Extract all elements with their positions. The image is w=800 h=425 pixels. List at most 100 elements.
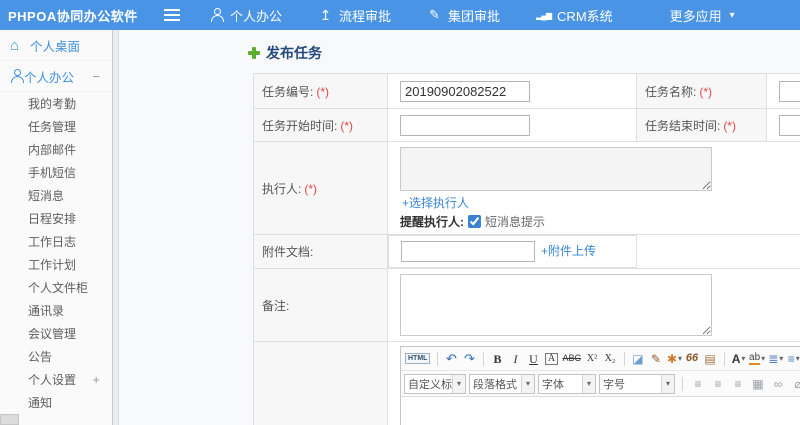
task-no-label: 任务编号:: [262, 84, 314, 99]
caret-down-icon: ▾: [761, 354, 766, 363]
align-center-button[interactable]: ≡: [710, 374, 727, 393]
topmenu-label: CRM系统: [557, 8, 613, 24]
font-size-select[interactable]: 字号 ▾: [599, 373, 675, 394]
font-border-button[interactable]: A: [543, 349, 560, 368]
editor-content-area[interactable]: [401, 397, 800, 425]
undo-button[interactable]: ↶: [443, 349, 460, 368]
end-time-input[interactable]: [779, 114, 800, 136]
horizontal-scrollbar[interactable]: [0, 414, 19, 425]
sidebar-item-personal-desktop[interactable]: 个人桌面: [0, 30, 112, 61]
sms-tip-checkbox[interactable]: [468, 215, 481, 228]
unordered-list-button[interactable]: ≡ ▾: [785, 349, 800, 368]
sidebar-item-my-attendance[interactable]: 我的考勤: [0, 92, 112, 115]
sidebar-item-schedule[interactable]: 日程安排: [0, 207, 112, 230]
font-family-select[interactable]: 字体 ▾: [538, 373, 596, 394]
topmenu-more-apps[interactable]: 更多应用 ▾: [635, 0, 749, 30]
html-source-button[interactable]: HTML: [404, 349, 432, 368]
topmenu-group-approval[interactable]: 集团审批: [413, 0, 522, 30]
font-color-button[interactable]: A ▾: [730, 349, 747, 368]
topmenu-crm-system[interactable]: CRM系统: [522, 0, 635, 30]
sidebar-item-work-plan[interactable]: 工作计划: [0, 253, 112, 276]
toolbar-separator: [724, 351, 726, 366]
top-navigation-bar: PHPOA协同办公软件 个人办公 流程审批 集团审批 CRM系统 更多应用: [0, 0, 800, 30]
app-logo: PHPOA协同办公软件: [8, 8, 138, 24]
sidebar-item-task-management[interactable]: 任务管理: [0, 115, 112, 138]
attachment-upload-link[interactable]: +附件上传: [541, 241, 596, 262]
remark-label: 备注:: [262, 298, 290, 313]
paint-format-button[interactable]: ✱ ▾: [666, 349, 683, 368]
strikethrough-button[interactable]: ABC: [561, 349, 583, 368]
align-left-button[interactable]: ≡: [690, 374, 707, 393]
home-icon: [10, 37, 26, 54]
sidebar-item-personal-office[interactable]: 个人办公 −: [0, 61, 112, 92]
subscript-button[interactable]: X₂: [602, 349, 619, 368]
task-no-input[interactable]: [400, 80, 530, 102]
expand-toggle-icon: +: [92, 372, 100, 387]
paragraph-format-select[interactable]: 段落格式 ▾: [469, 373, 535, 394]
superscript-button[interactable]: X²: [584, 349, 601, 368]
rich-text-editor: HTML↶↷BIUAABCX²X₂◪✎✱▾66▤A▾ab▾≣▾≡▾▢ 自定义标题…: [400, 346, 800, 425]
top-menu: 个人办公 流程审批 集团审批 CRM系统 更多应用 ▾: [196, 0, 749, 30]
toolbar-separator: [483, 351, 485, 366]
caret-down-icon: ▾: [661, 374, 674, 393]
topmenu-label: 个人办公: [230, 8, 283, 24]
page-title-text: 发布任务: [266, 45, 322, 61]
highlight-color-button[interactable]: ab ▾: [748, 349, 766, 368]
format-brush-button[interactable]: ✎: [648, 349, 665, 368]
remind-executor-label: 提醒执行人:: [400, 215, 464, 229]
toolbar-separator: [437, 351, 439, 366]
task-name-input[interactable]: [779, 80, 800, 102]
start-time-input[interactable]: [400, 114, 530, 136]
required-mark: (*): [304, 181, 318, 196]
remark-textarea[interactable]: [400, 274, 712, 336]
executor-textarea[interactable]: [400, 147, 712, 191]
caret-down-icon: ▾: [521, 374, 534, 393]
hamburger-menu-icon[interactable]: [164, 14, 180, 16]
publish-task-form: 任务编号:(*) 任务名称:(*) 任务开始时间:(*) 任务结束时间:(*) …: [253, 73, 800, 425]
required-mark: (*): [316, 84, 330, 99]
italic-button[interactable]: I: [507, 349, 524, 368]
editor-toolbar-row1: HTML↶↷BIUAABCX²X₂◪✎✱▾66▤A▾ab▾≣▾≡▾▢: [401, 347, 800, 371]
paste-button[interactable]: ▤: [702, 349, 719, 368]
underline-button[interactable]: U: [525, 349, 542, 368]
topmenu-label: 集团审批: [448, 8, 501, 24]
align-justify-button[interactable]: ▦: [750, 374, 767, 393]
executor-label: 执行人:: [262, 181, 302, 196]
link-button[interactable]: ∞: [770, 374, 787, 393]
form-row-remark: 备注:: [253, 268, 800, 342]
sidebar-item-internal-mail[interactable]: 内部邮件: [0, 138, 112, 161]
redo-button[interactable]: ↷: [461, 349, 478, 368]
edit-approve-icon: [427, 8, 442, 23]
attachment-input[interactable]: [401, 241, 535, 262]
blockquote-button[interactable]: 66: [684, 349, 701, 368]
topmenu-label: 更多应用: [669, 8, 722, 24]
attachment-label: 附件文档:: [262, 245, 314, 259]
choose-executor-link[interactable]: +选择执行人: [402, 196, 469, 210]
page-title: 发布任务: [248, 43, 322, 63]
caret-down-icon: ▾: [795, 354, 800, 363]
ordered-list-button[interactable]: ≣ ▾: [767, 349, 784, 368]
caret-down-icon: ▾: [729, 9, 735, 21]
caret-down-icon: ▾: [741, 354, 746, 363]
bold-button[interactable]: B: [489, 349, 506, 368]
sidebar-item-short-message[interactable]: 短消息: [0, 184, 112, 207]
sidebar-item-personal-file-cabinet[interactable]: 个人文件柜: [0, 276, 112, 299]
sidebar-item-mobile-sms[interactable]: 手机短信: [0, 161, 112, 184]
toolbar-separator: [623, 351, 625, 366]
sidebar-item-notification[interactable]: 通知: [0, 391, 112, 414]
sidebar-item-work-log[interactable]: 工作日志: [0, 230, 112, 253]
sidebar-item-meeting-management[interactable]: 会议管理: [0, 322, 112, 345]
sidebar-item-contacts[interactable]: 通讯录: [0, 299, 112, 322]
eraser-button[interactable]: ◪: [630, 349, 647, 368]
topmenu-process-approval[interactable]: 流程审批: [304, 0, 413, 30]
sidebar-item-announcement[interactable]: 公告: [0, 345, 112, 368]
topmenu-personal-office[interactable]: 个人办公: [196, 0, 304, 30]
unlink-button[interactable]: ⌀: [790, 374, 800, 393]
align-right-button[interactable]: ≡: [730, 374, 747, 393]
expand-toggle-icon: −: [92, 68, 100, 84]
form-row-time: 任务开始时间: (*) 任务结束时间: (*): [253, 108, 800, 142]
sidebar-item-personal-settings[interactable]: 个人设置 +: [0, 368, 112, 391]
topmenu-label: 流程审批: [339, 8, 392, 24]
sidebar-resize-divider[interactable]: [112, 30, 119, 425]
custom-title-select[interactable]: 自定义标题▾: [404, 373, 466, 394]
